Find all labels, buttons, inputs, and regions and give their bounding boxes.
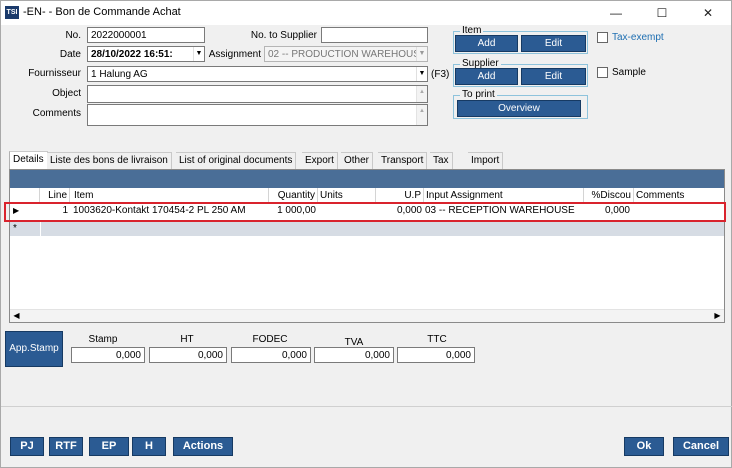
no-to-supplier-label: No. to Supplier xyxy=(250,30,317,41)
fodec-field[interactable]: 0,000 xyxy=(231,347,311,363)
chevron-down-icon[interactable]: ▼ xyxy=(416,47,427,61)
ok-button[interactable]: Ok xyxy=(624,437,664,456)
items-grid[interactable]: Line Item Quantity Units U.P Input Assig… xyxy=(9,169,725,323)
tva-field[interactable]: 0,000 xyxy=(314,347,394,363)
stamp-label: Stamp xyxy=(88,334,118,345)
assignment-value: 02 -- PRODUCTION WAREHOUSE xyxy=(268,49,427,60)
tab-delivery-notes[interactable]: Liste des bons de livraison xyxy=(47,152,172,169)
tab-transport[interactable]: Transport xyxy=(378,152,428,169)
object-scrollbar[interactable]: ▲▼ xyxy=(416,86,427,102)
purchase-order-window: TSI -EN- - Bon de Commande Achat — ☐ ✕ N… xyxy=(0,0,732,468)
grid-horizontal-scrollbar[interactable]: ◀ ▶ xyxy=(10,309,724,322)
ht-field[interactable]: 0,000 xyxy=(149,347,227,363)
app-stamp-button[interactable]: App.Stamp xyxy=(5,331,63,367)
chevron-down-icon[interactable]: ▼ xyxy=(416,67,427,81)
scroll-right-icon[interactable]: ▶ xyxy=(711,310,724,322)
assignment-select[interactable]: 02 -- PRODUCTION WAREHOUSE ▼ xyxy=(264,46,428,62)
h-button[interactable]: H xyxy=(132,437,166,456)
row-highlight-outline xyxy=(4,202,726,222)
object-label: Object xyxy=(52,88,81,99)
ttc-field[interactable]: 0,000 xyxy=(397,347,475,363)
supplier-edit-button[interactable]: Edit xyxy=(521,68,586,85)
date-picker[interactable]: 28/10/2022 16:51: ▼ xyxy=(87,46,205,62)
supplier-add-button[interactable]: Add xyxy=(455,68,518,85)
row-header-col xyxy=(10,188,40,203)
actions-button[interactable]: Actions xyxy=(173,437,233,456)
tab-tax[interactable]: Tax xyxy=(430,152,453,169)
no-to-supplier-field[interactable] xyxy=(321,27,428,43)
tax-exempt-label[interactable]: Tax-exempt xyxy=(612,32,664,43)
fodec-label: FODEC xyxy=(252,334,288,345)
col-up[interactable]: U.P xyxy=(376,188,424,203)
no-field[interactable]: 2022000001 xyxy=(87,27,205,43)
col-comments[interactable]: Comments xyxy=(634,188,724,203)
grid-header: Line Item Quantity Units U.P Input Assig… xyxy=(10,188,724,203)
grid-group-bar xyxy=(10,170,724,188)
title-bar: TSI -EN- - Bon de Commande Achat — ☐ ✕ xyxy=(1,1,731,25)
tab-other[interactable]: Other xyxy=(341,152,374,169)
overview-button[interactable]: Overview xyxy=(457,100,581,117)
col-quantity[interactable]: Quantity xyxy=(269,188,318,203)
tab-export[interactable]: Export xyxy=(302,152,338,169)
comments-scrollbar[interactable]: ▲▼ xyxy=(416,105,427,125)
ttc-label: TTC xyxy=(427,334,447,345)
close-button[interactable]: ✕ xyxy=(685,1,731,25)
app-icon: TSI xyxy=(5,6,19,19)
grid-divider xyxy=(40,222,41,236)
tab-import[interactable]: Import xyxy=(468,152,504,169)
col-discount[interactable]: %Discou xyxy=(584,188,634,203)
tax-exempt-checkbox[interactable] xyxy=(597,32,608,43)
date-label: Date xyxy=(59,49,81,60)
new-row[interactable]: * xyxy=(10,222,724,236)
sample-checkbox[interactable] xyxy=(597,67,608,78)
stamp-field[interactable]: 0,000 xyxy=(71,347,145,363)
ht-label: HT xyxy=(180,334,194,345)
assignment-label: Assignment xyxy=(208,49,261,60)
col-item[interactable]: Item xyxy=(72,188,269,203)
comments-label: Comments xyxy=(32,108,81,119)
scroll-left-icon[interactable]: ◀ xyxy=(10,310,23,322)
no-label: No. xyxy=(65,30,81,41)
tab-original-documents[interactable]: List of original documents xyxy=(176,152,297,169)
supplier-label: Fournisseur xyxy=(28,68,81,79)
new-row-marker: * xyxy=(13,223,17,234)
f3-hint: (F3) xyxy=(431,69,450,80)
sample-label[interactable]: Sample xyxy=(612,67,646,78)
item-edit-button[interactable]: Edit xyxy=(521,35,586,52)
col-line[interactable]: Line xyxy=(40,188,70,203)
date-value: 28/10/2022 16:51: xyxy=(91,49,173,60)
object-field[interactable]: ▲▼ xyxy=(87,85,428,103)
tab-details[interactable]: Details xyxy=(9,151,48,170)
comments-field[interactable]: ▲▼ xyxy=(87,104,428,126)
chevron-down-icon[interactable]: ▼ xyxy=(193,47,204,61)
window-title: -EN- - Bon de Commande Achat xyxy=(23,6,181,18)
footer-divider xyxy=(1,406,732,407)
cancel-button[interactable]: Cancel xyxy=(673,437,729,456)
col-units[interactable]: Units xyxy=(318,188,376,203)
minimize-button[interactable]: — xyxy=(593,1,639,25)
pj-button[interactable]: PJ xyxy=(10,437,44,456)
col-input-assignment[interactable]: Input Assignment xyxy=(424,188,584,203)
rtf-button[interactable]: RTF xyxy=(49,437,83,456)
ep-button[interactable]: EP xyxy=(89,437,129,456)
maximize-button[interactable]: ☐ xyxy=(639,1,685,25)
item-add-button[interactable]: Add xyxy=(455,35,518,52)
supplier-select[interactable]: 1 Halung AG ▼ xyxy=(87,66,428,82)
supplier-value: 1 Halung AG xyxy=(91,69,148,80)
